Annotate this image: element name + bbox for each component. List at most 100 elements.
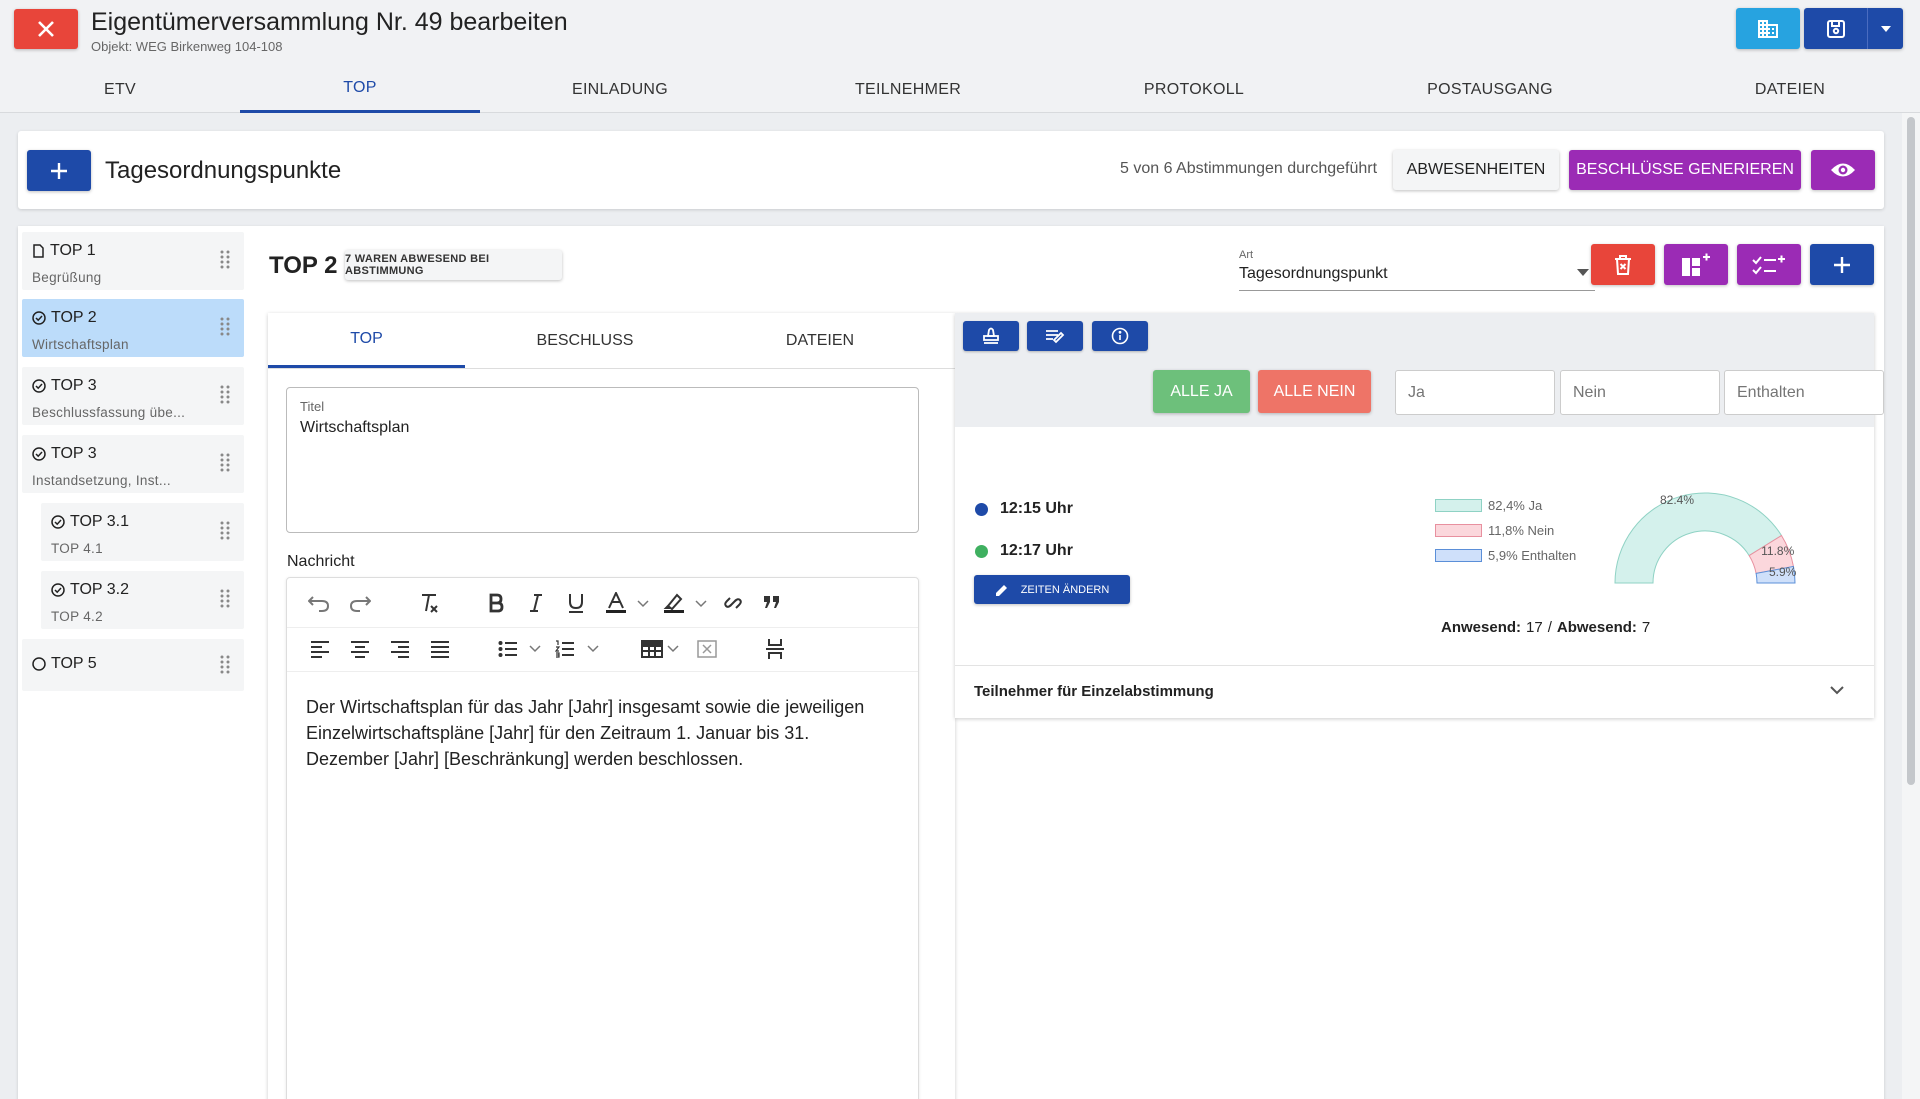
chevron-down-icon[interactable]	[529, 645, 541, 653]
all-no-button[interactable]: ALLE NEIN	[1258, 370, 1371, 413]
change-times-button[interactable]: ZEITEN ÄNDERN	[974, 575, 1130, 604]
page-break-icon[interactable]	[766, 638, 784, 660]
link-icon[interactable]	[722, 593, 744, 613]
align-center-icon[interactable]	[350, 640, 370, 658]
drag-handle-icon[interactable]	[220, 250, 230, 270]
drag-handle-icon[interactable]	[220, 521, 230, 541]
undo-icon[interactable]	[308, 594, 330, 612]
message-text[interactable]: Der Wirtschaftsplan für das Jahr [Jahr] …	[306, 694, 896, 772]
sidebar-item-top-3-2[interactable]: TOP 3.2 TOP 4.2	[41, 571, 244, 629]
tab-protokoll[interactable]: PROTOKOLL	[1074, 66, 1314, 113]
sidebar-item-sublabel: TOP 4.1	[51, 541, 103, 556]
no-count-input[interactable]	[1560, 370, 1720, 415]
remove-image-icon[interactable]	[697, 640, 717, 658]
tab-dateien[interactable]: DATEIEN	[1670, 66, 1910, 113]
add-checklist-button[interactable]	[1737, 244, 1801, 285]
redo-icon[interactable]	[349, 594, 371, 612]
info-button[interactable]	[1092, 321, 1148, 351]
close-button[interactable]	[14, 9, 78, 49]
legend-label: 82,4% Ja	[1488, 498, 1543, 513]
chevron-down-icon[interactable]	[637, 600, 649, 608]
numbered-list-icon[interactable]	[555, 640, 575, 658]
text-color-icon[interactable]	[605, 592, 627, 614]
drag-handle-icon[interactable]	[220, 317, 230, 337]
absences-button[interactable]: ABWESENHEITEN	[1393, 150, 1559, 190]
nav-tabs: ETV TOP EINLADUNG TEILNEHMER PROTOKOLL P…	[0, 66, 1920, 113]
caret-down-icon	[1880, 25, 1892, 33]
save-dropdown-button[interactable]	[1868, 8, 1903, 49]
tab-postausgang[interactable]: POSTAUSGANG	[1370, 66, 1610, 113]
tab-top[interactable]: TOP	[240, 66, 480, 113]
preview-button[interactable]	[1811, 150, 1875, 190]
caret-down-icon	[1577, 269, 1589, 276]
present-label: Anwesend:	[1441, 619, 1522, 636]
highlight-color-icon[interactable]	[663, 592, 685, 614]
drag-handle-icon[interactable]	[220, 385, 230, 405]
participants-accordion[interactable]: Teilnehmer für Einzelabstimmung	[955, 665, 1874, 717]
sidebar-item-top-2[interactable]: TOP 2 Wirtschaftsplan	[22, 299, 244, 357]
sidebar-item-sublabel: TOP 4.2	[51, 609, 103, 624]
underline-icon[interactable]	[567, 593, 585, 613]
clear-format-icon[interactable]	[419, 593, 439, 613]
sidebar-item-label: TOP 3	[51, 377, 97, 394]
save-button-group	[1804, 8, 1903, 49]
vote-end-time: 12:17 Uhr	[975, 542, 1073, 560]
sidebar-item-top-3[interactable]: TOP 3 Beschlussfassung übe...	[22, 367, 244, 425]
abstain-count-input[interactable]	[1724, 370, 1884, 415]
edit-text-button[interactable]	[1027, 321, 1083, 351]
sidebar-item-top-3b[interactable]: TOP 3 Instandsetzung, Inst...	[22, 435, 244, 493]
align-right-icon[interactable]	[390, 640, 410, 658]
yes-count-input[interactable]	[1395, 370, 1555, 415]
vote-status-text: 5 von 6 Abstimmungen durchgeführt	[1120, 160, 1378, 177]
drag-handle-icon[interactable]	[220, 453, 230, 473]
align-justify-icon[interactable]	[430, 640, 450, 658]
blockquote-icon[interactable]	[763, 595, 781, 609]
chevron-down-icon[interactable]	[587, 645, 599, 653]
sidebar-item-label: TOP 2	[51, 309, 97, 326]
absent-label: Abwesend:	[1556, 619, 1637, 636]
tab-dateien-detail[interactable]: DATEIEN	[705, 313, 935, 368]
delete-button[interactable]	[1591, 244, 1655, 285]
bold-icon[interactable]	[488, 593, 504, 613]
tab-einladung[interactable]: EINLADUNG	[500, 66, 740, 113]
drag-handle-icon[interactable]	[220, 589, 230, 609]
building-icon	[1756, 17, 1780, 41]
building-button[interactable]	[1736, 8, 1800, 49]
bullet-list-icon[interactable]	[498, 640, 518, 658]
sidebar-item-top-3-1[interactable]: TOP 3.1 TOP 4.1	[41, 503, 244, 561]
tab-top-detail[interactable]: TOP	[268, 313, 465, 368]
present-value: 17	[1526, 619, 1543, 636]
vote-start-time: 12:15 Uhr	[975, 500, 1073, 518]
table-icon[interactable]	[641, 640, 663, 658]
chevron-down-icon	[1830, 686, 1844, 695]
tab-etv[interactable]: ETV	[0, 66, 240, 113]
tab-beschluss[interactable]: BESCHLUSS	[465, 313, 705, 368]
add-top-button[interactable]	[27, 150, 91, 191]
check-circle-icon	[32, 311, 46, 325]
circle-icon	[32, 657, 46, 671]
attendance-separator: /	[1547, 619, 1552, 636]
generate-resolutions-button[interactable]: BESCHLÜSSE GENERIEREN	[1569, 150, 1801, 190]
add-item-button[interactable]	[1810, 244, 1874, 285]
scrollbar-thumb[interactable]	[1907, 117, 1915, 785]
page-scrollbar[interactable]	[1902, 113, 1920, 1099]
align-left-icon[interactable]	[310, 640, 330, 658]
sidebar-item-top-1[interactable]: TOP 1 Begrüßung	[22, 232, 244, 290]
title-field[interactable]: Titel Wirtschaftsplan	[286, 387, 919, 533]
tab-teilnehmer[interactable]: TEILNEHMER	[788, 66, 1028, 113]
sidebar-item-label: TOP 1	[50, 242, 96, 259]
all-yes-button[interactable]: ALLE JA	[1153, 370, 1250, 413]
stamp-button[interactable]	[963, 321, 1019, 351]
chevron-down-icon[interactable]	[667, 645, 679, 653]
sidebar-item-top-5[interactable]: TOP 5	[22, 639, 244, 691]
drag-handle-icon[interactable]	[220, 655, 230, 675]
italic-icon[interactable]	[529, 593, 543, 613]
legend-item-no: 11,8% Nein	[1435, 518, 1576, 543]
absent-chip[interactable]: 7 WAREN ABWESEND BEI ABSTIMMUNG	[345, 250, 562, 280]
close-icon	[36, 19, 56, 39]
art-select[interactable]: Art Tagesordnungspunkt	[1239, 249, 1595, 291]
add-layout-button[interactable]	[1664, 244, 1728, 285]
save-button[interactable]	[1804, 8, 1868, 49]
sidebar-item-label: TOP 3.1	[70, 513, 129, 530]
chevron-down-icon[interactable]	[695, 600, 707, 608]
